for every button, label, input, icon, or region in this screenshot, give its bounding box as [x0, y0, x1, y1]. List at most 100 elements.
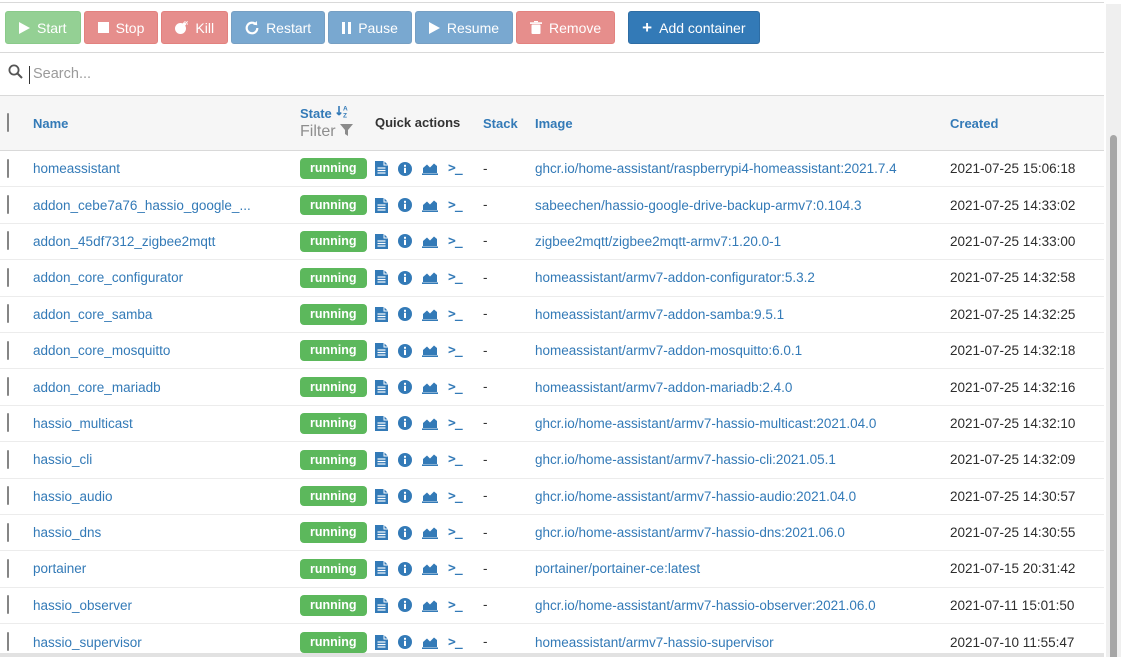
logs-icon[interactable]: [375, 197, 388, 213]
logs-icon[interactable]: [375, 525, 388, 541]
console-icon[interactable]: >_: [448, 198, 463, 213]
logs-icon[interactable]: [375, 379, 388, 395]
column-header-name[interactable]: Name: [33, 116, 300, 131]
inspect-icon[interactable]: [398, 635, 412, 650]
select-all-checkbox[interactable]: [7, 113, 9, 132]
inspect-icon[interactable]: [398, 307, 412, 322]
inspect-icon[interactable]: [398, 525, 412, 540]
row-checkbox[interactable]: [7, 304, 9, 324]
inspect-icon[interactable]: [398, 452, 412, 467]
container-name-link[interactable]: addon_45df7312_zigbee2mqtt: [33, 234, 300, 249]
inspect-icon[interactable]: [398, 343, 412, 358]
stats-icon[interactable]: [422, 526, 438, 540]
stats-icon[interactable]: [422, 271, 438, 285]
logs-icon[interactable]: [375, 634, 388, 650]
stats-icon[interactable]: [422, 235, 438, 248]
image-link[interactable]: homeassistant/armv7-hassio-supervisor: [535, 635, 950, 650]
row-checkbox[interactable]: [7, 267, 9, 287]
console-icon[interactable]: >_: [448, 270, 463, 285]
pause-button[interactable]: Pause: [328, 11, 412, 44]
console-icon[interactable]: >_: [448, 380, 463, 395]
inspect-icon[interactable]: [398, 416, 412, 431]
container-name-link[interactable]: addon_core_mariadb: [33, 380, 300, 395]
row-checkbox[interactable]: [7, 413, 9, 433]
container-name-link[interactable]: addon_core_configurator: [33, 270, 300, 285]
inspect-icon[interactable]: [398, 598, 412, 613]
console-icon[interactable]: >_: [448, 234, 463, 249]
image-link[interactable]: ghcr.io/home-assistant/armv7-hassio-dns:…: [535, 525, 950, 540]
remove-button[interactable]: Remove: [516, 11, 616, 44]
logs-icon[interactable]: [375, 415, 388, 431]
state-filter[interactable]: Filter: [300, 123, 375, 141]
logs-icon[interactable]: [375, 597, 388, 613]
inspect-icon[interactable]: [398, 380, 412, 395]
row-checkbox[interactable]: [7, 558, 9, 578]
console-icon[interactable]: >_: [448, 635, 463, 650]
container-name-link[interactable]: hassio_supervisor: [33, 635, 300, 650]
restart-button[interactable]: Restart: [231, 11, 326, 44]
vertical-scrollbar-track[interactable]: [1106, 4, 1121, 657]
container-name-link[interactable]: addon_cebe7a76_hassio_google_...: [33, 198, 300, 213]
column-header-created[interactable]: Created: [950, 116, 1104, 131]
resume-button[interactable]: Resume: [414, 11, 514, 44]
stats-icon[interactable]: [422, 490, 438, 503]
image-link[interactable]: homeassistant/armv7-addon-configurator:5…: [535, 270, 950, 285]
image-link[interactable]: homeassistant/armv7-addon-mosquitto:6.0.…: [535, 343, 950, 358]
console-icon[interactable]: >_: [448, 525, 463, 540]
image-link[interactable]: sabeechen/hassio-google-drive-backup-arm…: [535, 198, 950, 213]
row-checkbox[interactable]: [7, 377, 9, 397]
stats-icon[interactable]: [422, 636, 438, 649]
stats-icon[interactable]: [422, 417, 438, 430]
inspect-icon[interactable]: [398, 489, 412, 504]
inspect-icon[interactable]: [398, 161, 412, 176]
row-checkbox[interactable]: [7, 632, 9, 652]
console-icon[interactable]: >_: [448, 561, 463, 576]
stats-icon[interactable]: [422, 381, 438, 394]
logs-icon[interactable]: [375, 452, 388, 468]
stats-icon[interactable]: [422, 562, 438, 576]
container-name-link[interactable]: homeassistant: [33, 161, 300, 176]
search-input[interactable]: [23, 66, 1104, 82]
container-name-link[interactable]: hassio_audio: [33, 489, 300, 504]
logs-icon[interactable]: [375, 488, 388, 504]
row-checkbox[interactable]: [7, 486, 9, 506]
kill-button[interactable]: Kill: [161, 11, 229, 44]
stop-button[interactable]: Stop: [83, 11, 159, 44]
console-icon[interactable]: >_: [448, 161, 463, 176]
console-icon[interactable]: >_: [448, 343, 463, 358]
container-name-link[interactable]: addon_core_mosquitto: [33, 343, 300, 358]
logs-icon[interactable]: [375, 270, 388, 286]
container-name-link[interactable]: hassio_observer: [33, 598, 300, 613]
add-container-button[interactable]: + Add container: [628, 11, 760, 44]
container-name-link[interactable]: addon_core_samba: [33, 307, 300, 322]
vertical-scrollbar-thumb[interactable]: [1110, 135, 1117, 657]
image-link[interactable]: ghcr.io/home-assistant/armv7-hassio-mult…: [535, 416, 950, 431]
stats-icon[interactable]: [422, 308, 438, 321]
row-checkbox[interactable]: [7, 195, 9, 215]
console-icon[interactable]: >_: [448, 416, 463, 431]
column-header-state[interactable]: State AZ: [300, 105, 375, 121]
container-name-link[interactable]: hassio_cli: [33, 452, 300, 467]
image-link[interactable]: portainer/portainer-ce:latest: [535, 561, 950, 576]
console-icon[interactable]: >_: [448, 489, 463, 504]
image-link[interactable]: ghcr.io/home-assistant/armv7-hassio-audi…: [535, 489, 950, 504]
stats-icon[interactable]: [422, 453, 438, 467]
stats-icon[interactable]: [422, 162, 438, 176]
image-link[interactable]: ghcr.io/home-assistant/armv7-hassio-obse…: [535, 598, 950, 613]
row-checkbox[interactable]: [7, 158, 9, 178]
row-checkbox[interactable]: [7, 522, 9, 542]
row-checkbox[interactable]: [7, 340, 9, 360]
column-header-image[interactable]: Image: [535, 116, 950, 131]
stats-icon[interactable]: [422, 599, 438, 612]
container-name-link[interactable]: hassio_dns: [33, 525, 300, 540]
container-name-link[interactable]: portainer: [33, 561, 300, 576]
container-name-link[interactable]: hassio_multicast: [33, 416, 300, 431]
logs-icon[interactable]: [375, 306, 388, 322]
row-checkbox[interactable]: [7, 231, 9, 251]
image-link[interactable]: ghcr.io/home-assistant/raspberrypi4-home…: [535, 161, 950, 176]
console-icon[interactable]: >_: [448, 307, 463, 322]
inspect-icon[interactable]: [398, 270, 412, 285]
logs-icon[interactable]: [375, 233, 388, 249]
row-checkbox[interactable]: [7, 595, 9, 615]
logs-icon[interactable]: [375, 561, 388, 577]
